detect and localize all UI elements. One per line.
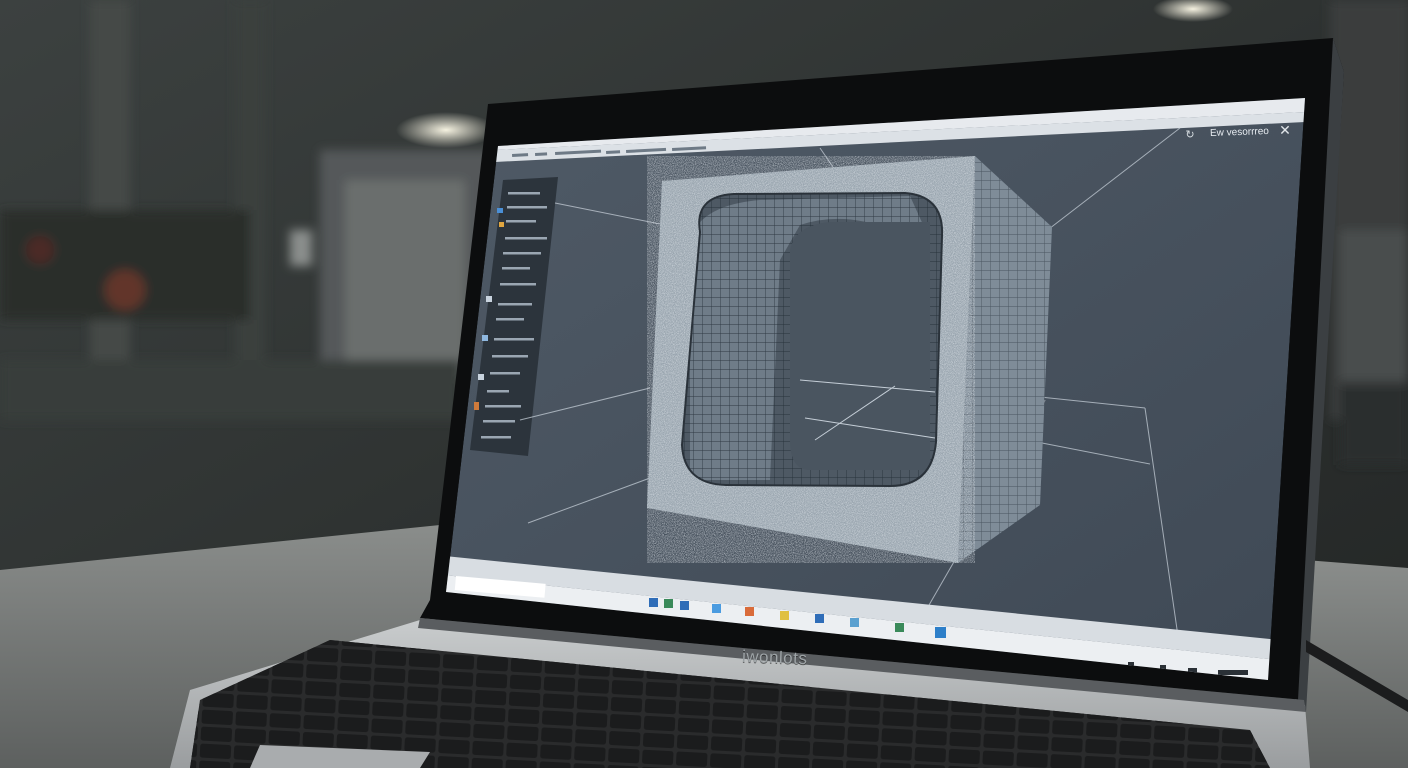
start-icon xyxy=(649,598,658,607)
tools-icon xyxy=(474,402,479,410)
photo-scene xyxy=(0,0,1408,768)
cad-app-icon xyxy=(935,627,946,638)
browser-icon xyxy=(712,604,721,613)
explorer-icon xyxy=(680,601,689,610)
ceiling-lamp xyxy=(396,112,496,148)
store-icon xyxy=(780,611,789,620)
gear-icon xyxy=(478,374,484,380)
app-window-title: Ew vesorrreo xyxy=(1209,125,1270,140)
cube-icon xyxy=(486,296,492,302)
screen xyxy=(446,98,1305,680)
refresh-icon[interactable]: ↻ xyxy=(1184,129,1196,141)
layers-icon xyxy=(482,335,488,341)
laptop-brand-logo: iwonlots xyxy=(741,646,808,669)
search-icon xyxy=(664,599,673,608)
mail-icon xyxy=(745,607,754,616)
clock-icon xyxy=(1218,670,1248,675)
warning-icon xyxy=(499,222,504,227)
folder-icon xyxy=(497,208,503,213)
close-icon[interactable]: ✕ xyxy=(1278,122,1292,138)
